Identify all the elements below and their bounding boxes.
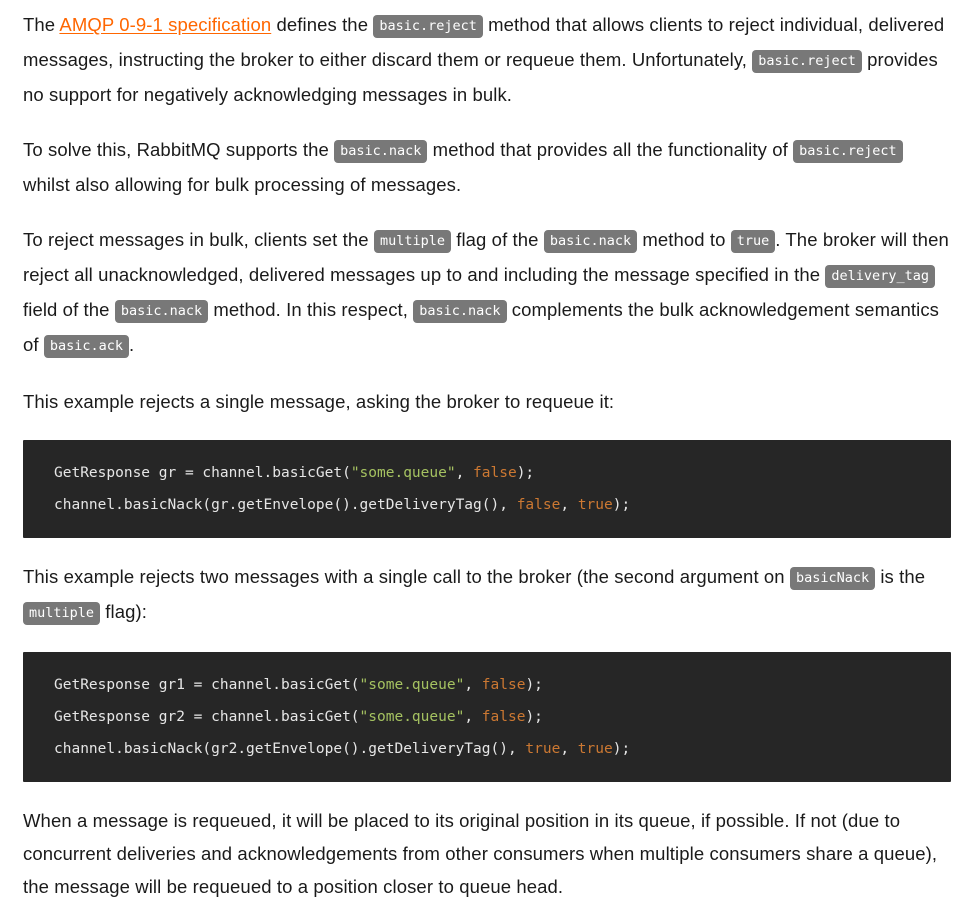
- code-token: true: [525, 741, 561, 757]
- paragraph-text: To solve this, RabbitMQ supports the: [23, 139, 335, 160]
- paragraph-text: whilst also allowing for bulk processing…: [23, 174, 462, 195]
- paragraph-text: defines the: [271, 14, 374, 35]
- code-token: channel.basicNack(gr2.getEnvelope().getD…: [54, 741, 526, 757]
- code-line: GetResponse gr1 = channel.basicGet("some…: [23, 669, 951, 701]
- code-token: );: [612, 497, 631, 513]
- code-token: );: [525, 677, 543, 693]
- code-token: "some.queue": [350, 465, 456, 481]
- code-token: ,: [560, 497, 578, 513]
- code-token: true: [577, 741, 613, 757]
- paragraph: To solve this, RabbitMQ supports the bas…: [23, 133, 951, 201]
- inline-code: basic.reject: [752, 50, 862, 73]
- code-token: ,: [560, 741, 578, 757]
- paragraph: When a message is requeued, it will be p…: [23, 804, 951, 903]
- code-token: );: [516, 465, 535, 481]
- code-token: false: [516, 497, 561, 513]
- paragraph-text: flag):: [100, 601, 147, 622]
- paragraph-text: flag of the: [450, 229, 544, 250]
- paragraph-text: method. In this respect,: [208, 299, 414, 320]
- paragraph-text: This example rejects two messages with a…: [23, 566, 790, 587]
- code-line: GetResponse gr = channel.basicGet("some.…: [23, 457, 951, 489]
- document-body: The AMQP 0-9-1 specification defines the…: [0, 0, 974, 903]
- paragraph-text: method to: [637, 229, 731, 250]
- paragraph-text: To reject messages in bulk, clients set …: [23, 229, 374, 250]
- code-token: ,: [455, 465, 474, 481]
- code-token: false: [481, 677, 526, 693]
- paragraph-text: This example rejects a single message, a…: [23, 391, 615, 412]
- code-token: channel.basicNack(gr.getEnvelope().getDe…: [54, 497, 517, 513]
- code-token: );: [612, 741, 631, 757]
- code-line: GetResponse gr2 = channel.basicGet("some…: [23, 701, 951, 733]
- code-token: false: [473, 465, 517, 481]
- code-token: GetResponse gr = channel.basicGet(: [54, 465, 351, 481]
- paragraph-text: .: [129, 334, 135, 355]
- inline-code: basic.nack: [413, 300, 507, 323]
- inline-code: multiple: [373, 230, 451, 253]
- paragraph: The AMQP 0-9-1 specification defines the…: [23, 8, 951, 111]
- amqp-spec-link[interactable]: AMQP 0-9-1 specification: [59, 14, 271, 35]
- inline-code: basic.nack: [334, 140, 428, 163]
- code-token: ,: [464, 677, 482, 693]
- code-token: "some.queue": [359, 677, 465, 693]
- paragraph-text: is the: [875, 566, 926, 587]
- paragraph-text: method that provides all the functionali…: [427, 139, 794, 160]
- inline-code: basic.nack: [114, 300, 209, 323]
- inline-code: multiple: [23, 602, 101, 625]
- inline-code: basic.ack: [43, 335, 130, 358]
- inline-code: true: [730, 230, 776, 253]
- paragraph-text: When a message is requeued, it will be p…: [23, 810, 938, 897]
- inline-code: basicNack: [789, 567, 876, 590]
- code-token: );: [525, 709, 543, 725]
- paragraph: This example rejects a single message, a…: [23, 385, 951, 418]
- code-token: false: [481, 709, 526, 725]
- inline-code: delivery_tag: [825, 265, 935, 288]
- paragraph-text: field of the: [23, 299, 115, 320]
- code-token: GetResponse gr1 = channel.basicGet(: [54, 677, 360, 693]
- code-token: "some.queue": [359, 709, 465, 725]
- paragraph-text: The: [23, 14, 60, 35]
- code-block[interactable]: GetResponse gr = channel.basicGet("some.…: [23, 440, 951, 538]
- paragraph: This example rejects two messages with a…: [23, 560, 951, 630]
- inline-code: basic.reject: [793, 140, 903, 163]
- inline-code: basic.reject: [373, 15, 483, 38]
- code-token: ,: [464, 709, 482, 725]
- paragraph: To reject messages in bulk, clients set …: [23, 223, 951, 363]
- code-token: GetResponse gr2 = channel.basicGet(: [54, 709, 360, 725]
- code-line: channel.basicNack(gr2.getEnvelope().getD…: [23, 733, 951, 765]
- code-line: channel.basicNack(gr.getEnvelope().getDe…: [23, 489, 951, 521]
- code-token: true: [577, 497, 613, 513]
- inline-code: basic.nack: [543, 230, 638, 253]
- code-block[interactable]: GetResponse gr1 = channel.basicGet("some…: [23, 652, 951, 782]
